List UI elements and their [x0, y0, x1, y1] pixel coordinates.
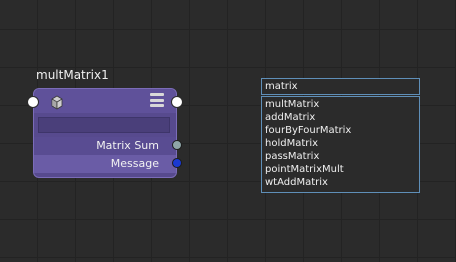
- attr-message-label: Message: [110, 157, 159, 170]
- search-input[interactable]: [261, 78, 420, 95]
- attr-message[interactable]: Message: [34, 155, 182, 173]
- matrix-sum-port[interactable]: [172, 140, 182, 150]
- list-item[interactable]: addMatrix: [262, 111, 419, 124]
- message-port[interactable]: [172, 158, 182, 168]
- node-title: multMatrix1: [36, 68, 109, 82]
- node-input-port[interactable]: [27, 96, 39, 108]
- list-item[interactable]: holdMatrix: [262, 137, 419, 150]
- list-item[interactable]: passMatrix: [262, 150, 419, 163]
- list-item[interactable]: multMatrix: [262, 98, 419, 111]
- search-results-list: multMatrix addMatrix fourByFourMatrix ho…: [261, 96, 420, 193]
- cube-stack-icon: [51, 95, 63, 110]
- node-search-popup: multMatrix addMatrix fourByFourMatrix ho…: [261, 78, 420, 193]
- attr-matrix-sum[interactable]: Matrix Sum: [34, 137, 182, 155]
- node-field: [38, 117, 170, 133]
- list-menu-icon[interactable]: [150, 93, 164, 107]
- attr-matrix-sum-label: Matrix Sum: [96, 139, 159, 152]
- list-item[interactable]: fourByFourMatrix: [262, 124, 419, 137]
- multmatrix-node[interactable]: Matrix Sum Message: [27, 88, 183, 178]
- list-item[interactable]: pointMatrixMult: [262, 163, 419, 176]
- node-output-port[interactable]: [171, 96, 183, 108]
- list-item[interactable]: wtAddMatrix: [262, 176, 419, 189]
